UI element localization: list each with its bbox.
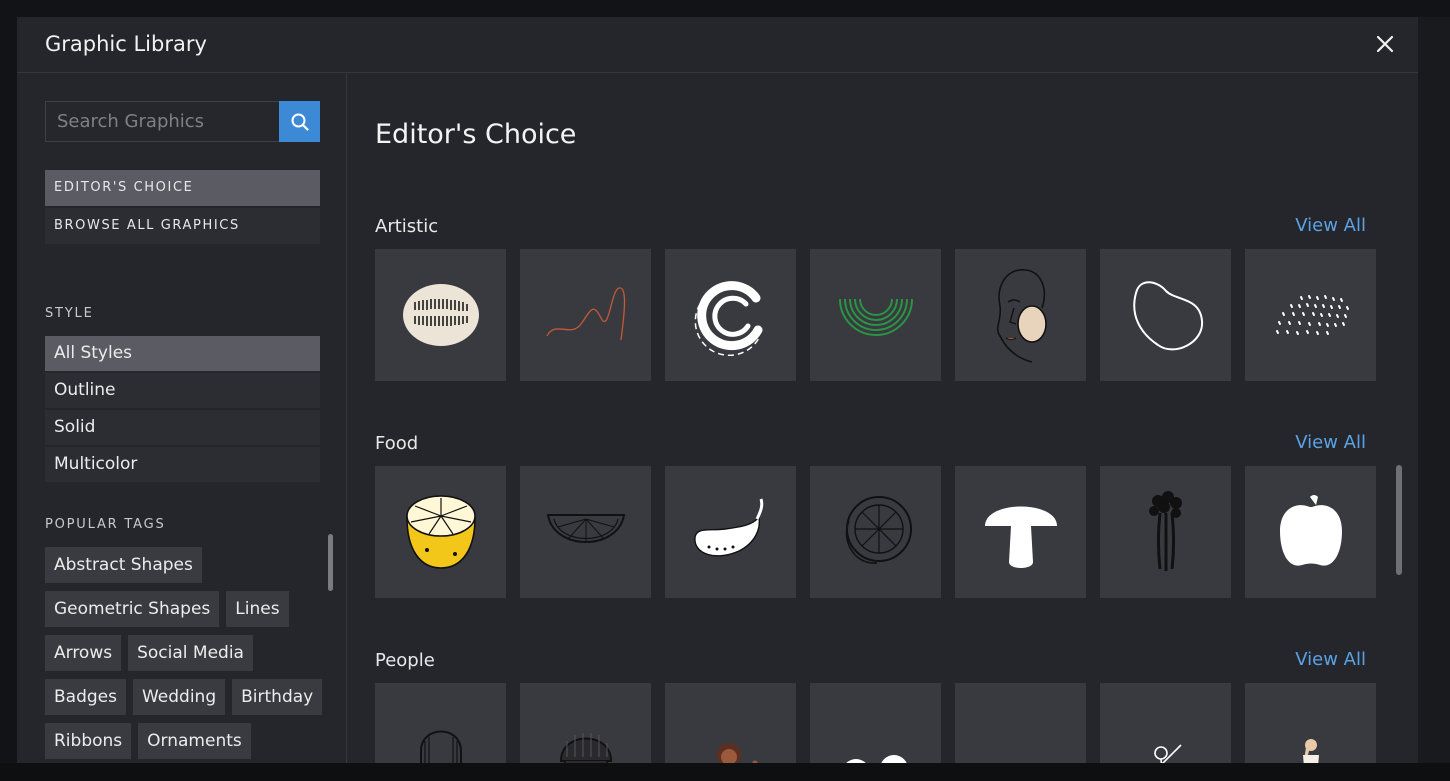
modal-title: Graphic Library bbox=[45, 32, 207, 56]
style-solid[interactable]: Solid bbox=[45, 410, 320, 445]
modal-header: Graphic Library bbox=[17, 17, 1418, 73]
group-people-icon bbox=[981, 711, 1061, 763]
bell-pepper-icon bbox=[1279, 495, 1342, 566]
tag-abstract-shapes[interactable]: Abstract Shapes bbox=[45, 547, 202, 583]
nav-browse-all-graphics[interactable]: BROWSE ALL GRAPHICS bbox=[45, 208, 320, 244]
search-input[interactable] bbox=[45, 101, 279, 142]
face-line-art-icon bbox=[996, 269, 1047, 363]
graphic-tile[interactable] bbox=[955, 466, 1086, 598]
eggplant-icon bbox=[693, 498, 763, 557]
style-heading: STYLE bbox=[45, 306, 94, 321]
citrus-slice-icon bbox=[845, 496, 912, 564]
mushroom-icon bbox=[984, 506, 1057, 568]
rainbow-arcs-icon bbox=[838, 298, 913, 336]
graphic-library-modal: Graphic Library EDITOR'S CHOICE BROWSE A… bbox=[17, 17, 1418, 763]
close-button[interactable] bbox=[1374, 33, 1396, 55]
popular-tags-heading: POPULAR TAGS bbox=[45, 517, 166, 532]
style-multicolor[interactable]: Multicolor bbox=[45, 447, 320, 482]
library-nav: EDITOR'S CHOICE BROWSE ALL GRAPHICS bbox=[45, 170, 320, 246]
graphic-tile[interactable] bbox=[810, 249, 941, 381]
graphic-tile[interactable] bbox=[1100, 249, 1231, 381]
graphic-tile[interactable] bbox=[520, 249, 651, 381]
lemon-icon bbox=[405, 495, 476, 569]
graphic-tile[interactable] bbox=[955, 683, 1086, 763]
nav-editors-choice[interactable]: EDITOR'S CHOICE bbox=[45, 170, 320, 206]
style-all-styles[interactable]: All Styles bbox=[45, 336, 320, 371]
graphic-tile[interactable] bbox=[520, 466, 651, 598]
graphic-tile[interactable] bbox=[1245, 466, 1376, 598]
graphic-tile[interactable] bbox=[955, 249, 1086, 381]
graphic-tile[interactable] bbox=[1245, 683, 1376, 763]
woman-beanie-icon bbox=[559, 733, 612, 763]
category-title: Artistic bbox=[375, 216, 439, 237]
tag-geometric-shapes[interactable]: Geometric Shapes bbox=[45, 591, 220, 627]
squiggle-line-icon bbox=[545, 287, 625, 341]
category-title: Food bbox=[375, 433, 419, 454]
bearded-man-icon bbox=[419, 730, 462, 763]
close-icon bbox=[1376, 35, 1394, 53]
abstract-blob-icon bbox=[402, 284, 479, 346]
content-scrollbar[interactable] bbox=[1396, 465, 1402, 575]
graphic-tile[interactable] bbox=[1245, 249, 1376, 381]
search-button[interactable] bbox=[279, 101, 320, 142]
graphic-tile[interactable] bbox=[810, 683, 941, 763]
tag-badges[interactable]: Badges bbox=[45, 679, 126, 715]
tag-ribbons[interactable]: Ribbons bbox=[45, 723, 132, 759]
popular-tags: Abstract Shapes Geometric Shapes Lines A… bbox=[45, 547, 325, 763]
standing-woman-icon bbox=[1302, 739, 1319, 763]
graphic-tile[interactable] bbox=[1100, 683, 1231, 763]
view-all-link[interactable]: View All bbox=[1295, 649, 1366, 670]
style-outline[interactable]: Outline bbox=[45, 373, 320, 408]
tag-birthday[interactable]: Birthday bbox=[232, 679, 323, 715]
sidebar: EDITOR'S CHOICE BROWSE ALL GRAPHICS STYL… bbox=[17, 73, 347, 763]
graphic-tile[interactable] bbox=[375, 466, 506, 598]
graphic-tile[interactable] bbox=[665, 249, 796, 381]
tag-wedding[interactable]: Wedding bbox=[132, 679, 226, 715]
dancer-icon bbox=[1153, 744, 1182, 763]
two-women-icon bbox=[845, 755, 907, 763]
page-title: Editor's Choice bbox=[375, 119, 577, 150]
watermelon-slice-icon bbox=[546, 514, 625, 543]
outline-blob-icon bbox=[1132, 281, 1203, 351]
tag-ornaments[interactable]: Ornaments bbox=[138, 723, 251, 759]
view-all-link[interactable]: View All bbox=[1295, 432, 1366, 453]
search-icon bbox=[291, 113, 309, 131]
graphic-tile[interactable] bbox=[810, 466, 941, 598]
woman-waving-icon bbox=[716, 743, 757, 763]
background-app-edge bbox=[1418, 17, 1450, 763]
search-bar bbox=[45, 101, 320, 142]
tag-arrows[interactable]: Arrows bbox=[45, 635, 122, 671]
celery-icon bbox=[1148, 491, 1182, 571]
graphic-tile[interactable] bbox=[520, 683, 651, 763]
sidebar-scrollbar[interactable] bbox=[328, 534, 333, 591]
background-app-bottom bbox=[0, 763, 1450, 781]
brush-circle-icon bbox=[694, 281, 762, 356]
graphic-tile[interactable] bbox=[665, 466, 796, 598]
graphic-tile[interactable] bbox=[1100, 466, 1231, 598]
style-list: All Styles Outline Solid Multicolor bbox=[45, 336, 320, 484]
graphic-tile[interactable] bbox=[375, 249, 506, 381]
category-title: People bbox=[375, 650, 435, 671]
tag-lines[interactable]: Lines bbox=[226, 591, 289, 627]
view-all-link[interactable]: View All bbox=[1295, 215, 1366, 236]
tag-social-media[interactable]: Social Media bbox=[128, 635, 253, 671]
dots-pattern-icon bbox=[1275, 295, 1349, 335]
graphic-tile[interactable] bbox=[375, 683, 506, 763]
graphic-tile[interactable] bbox=[665, 683, 796, 763]
main-content: Editor's Choice Artistic View All Food V… bbox=[347, 73, 1418, 763]
